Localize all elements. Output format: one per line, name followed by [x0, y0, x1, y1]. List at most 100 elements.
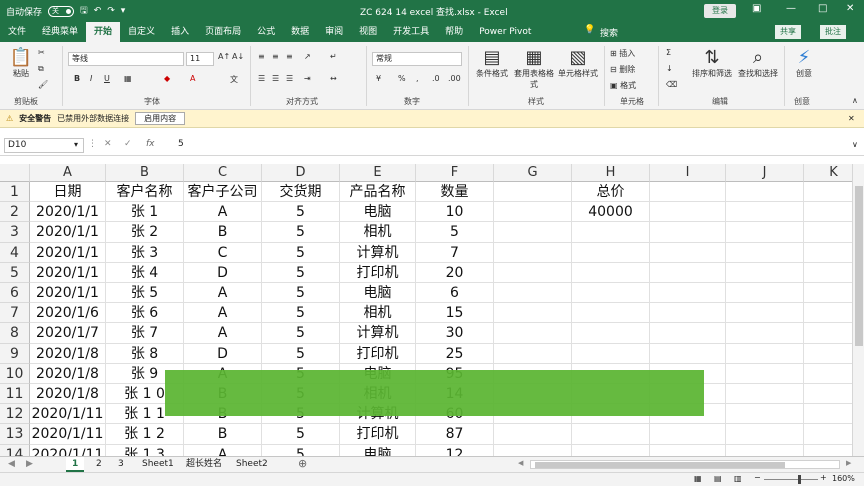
cell[interactable]: 张 3: [106, 242, 184, 263]
minimize-icon[interactable]: —: [786, 3, 796, 14]
enter-icon[interactable]: ✓: [124, 139, 132, 149]
ribbon-tab[interactable]: 开始: [86, 22, 121, 42]
number-format-select[interactable]: 常规: [372, 52, 462, 66]
paste-button[interactable]: 📋 粘贴: [8, 48, 34, 79]
cell[interactable]: [726, 202, 804, 223]
cell[interactable]: [804, 263, 852, 283]
cell[interactable]: 日期: [30, 182, 106, 203]
horizontal-scroll-thumb[interactable]: [535, 462, 785, 468]
column-header[interactable]: E: [340, 164, 416, 182]
close-icon[interactable]: ✕: [846, 3, 854, 14]
comment-button[interactable]: 批注: [820, 25, 846, 39]
cell[interactable]: [650, 222, 726, 243]
ribbon-tab[interactable]: 文件: [0, 22, 34, 42]
page-layout-icon[interactable]: ▤: [714, 474, 722, 483]
ribbon-tab[interactable]: 自定义: [120, 22, 163, 42]
column-header[interactable]: D: [262, 164, 340, 182]
row-header[interactable]: 13: [0, 424, 30, 445]
cell[interactable]: [804, 384, 852, 405]
sheet-tab[interactable]: 2: [90, 457, 108, 472]
ribbon-tab[interactable]: 帮助: [437, 22, 471, 42]
row-header[interactable]: 4: [0, 242, 30, 263]
cancel-icon[interactable]: ✕: [104, 139, 112, 149]
row-header[interactable]: 1: [0, 182, 30, 203]
cell[interactable]: 2020/1/7: [30, 323, 106, 344]
cell[interactable]: [572, 444, 650, 456]
cell[interactable]: 5: [262, 242, 340, 263]
indent-icon[interactable]: ⇥: [304, 74, 311, 83]
cell[interactable]: [726, 444, 804, 456]
cell[interactable]: [650, 262, 726, 283]
cell[interactable]: 电脑: [340, 444, 416, 456]
create-button[interactable]: ⚡ 创意: [792, 48, 816, 79]
align-left-icon[interactable]: ☰: [258, 74, 265, 83]
collapse-ribbon-icon[interactable]: ∧: [852, 96, 858, 105]
column-header[interactable]: G: [494, 164, 572, 182]
cell[interactable]: [494, 262, 572, 283]
column-header[interactable]: C: [184, 164, 262, 182]
autosum-icon[interactable]: Σ: [666, 48, 671, 57]
column-header[interactable]: J: [726, 164, 804, 182]
cell[interactable]: 10: [416, 202, 494, 223]
comma-icon[interactable]: ,: [416, 74, 419, 83]
name-box[interactable]: D10: [4, 138, 84, 153]
next-sheet-icon[interactable]: ▶: [26, 459, 33, 469]
cell[interactable]: D: [184, 343, 262, 364]
cell[interactable]: A: [184, 202, 262, 223]
cell[interactable]: 相机: [340, 303, 416, 324]
font-color-icon[interactable]: A: [190, 74, 195, 83]
percent-icon[interactable]: %: [398, 74, 406, 83]
ribbon-tab[interactable]: 开发工具: [385, 22, 437, 42]
cell[interactable]: 30: [416, 323, 494, 344]
cell[interactable]: 2020/1/6: [30, 303, 106, 324]
cell[interactable]: [494, 444, 572, 456]
cell[interactable]: [726, 323, 804, 344]
clear-icon[interactable]: ⌫: [666, 80, 677, 89]
cell[interactable]: 7: [416, 242, 494, 263]
sheet-tab[interactable]: Sheet2: [230, 457, 274, 472]
undo-icon[interactable]: ↶: [94, 6, 102, 16]
cell[interactable]: [804, 283, 852, 304]
column-header[interactable]: I: [650, 164, 726, 182]
cell[interactable]: A: [184, 323, 262, 344]
cell[interactable]: 电脑: [340, 283, 416, 304]
close-warning-icon[interactable]: ✕: [848, 114, 855, 123]
cell[interactable]: [572, 262, 650, 283]
cell[interactable]: 张 1: [106, 202, 184, 223]
cell[interactable]: 客户子公司: [184, 182, 262, 203]
column-header[interactable]: A: [30, 164, 106, 182]
cell[interactable]: A: [184, 444, 262, 456]
name-box-dropdown-icon[interactable]: ▾: [74, 140, 78, 149]
format-as-table-button[interactable]: ▦ 套用表格格式: [512, 48, 556, 90]
cell[interactable]: 总价: [572, 182, 650, 203]
cell[interactable]: [726, 283, 804, 304]
cell[interactable]: 2020/1/1: [30, 262, 106, 283]
align-top-icon[interactable]: ≡: [258, 52, 265, 61]
cell[interactable]: 2020/1/8: [30, 384, 106, 405]
font-name-select[interactable]: 等线: [68, 52, 184, 66]
cell[interactable]: 张 8: [106, 343, 184, 364]
font-grow-icon[interactable]: A↑: [218, 52, 230, 61]
align-center-icon[interactable]: ☰: [272, 74, 279, 83]
cell[interactable]: [726, 424, 804, 445]
find-select-button[interactable]: ⌕ 查找和选择: [736, 48, 780, 79]
delete-cells-button[interactable]: ⊟ 删除: [610, 64, 635, 75]
ribbon-tab[interactable]: 页面布局: [197, 22, 249, 42]
maximize-icon[interactable]: □: [818, 3, 827, 14]
cell[interactable]: 2020/1/11: [30, 444, 106, 456]
ribbon-tab[interactable]: 经典菜单: [34, 22, 86, 42]
cell[interactable]: 产品名称: [340, 182, 416, 203]
cell[interactable]: [572, 424, 650, 445]
cell[interactable]: [572, 242, 650, 263]
cell[interactable]: 打印机: [340, 343, 416, 364]
cell[interactable]: 张 1 2: [106, 424, 184, 445]
cell[interactable]: [804, 424, 852, 445]
cell[interactable]: 5: [262, 222, 340, 243]
cell[interactable]: 2020/1/8: [30, 363, 106, 384]
cell[interactable]: [650, 283, 726, 304]
column-header[interactable]: K: [804, 164, 852, 182]
cell[interactable]: [726, 343, 804, 364]
cell[interactable]: [650, 444, 726, 456]
cell[interactable]: [804, 182, 852, 203]
cell[interactable]: 张 7: [106, 323, 184, 344]
